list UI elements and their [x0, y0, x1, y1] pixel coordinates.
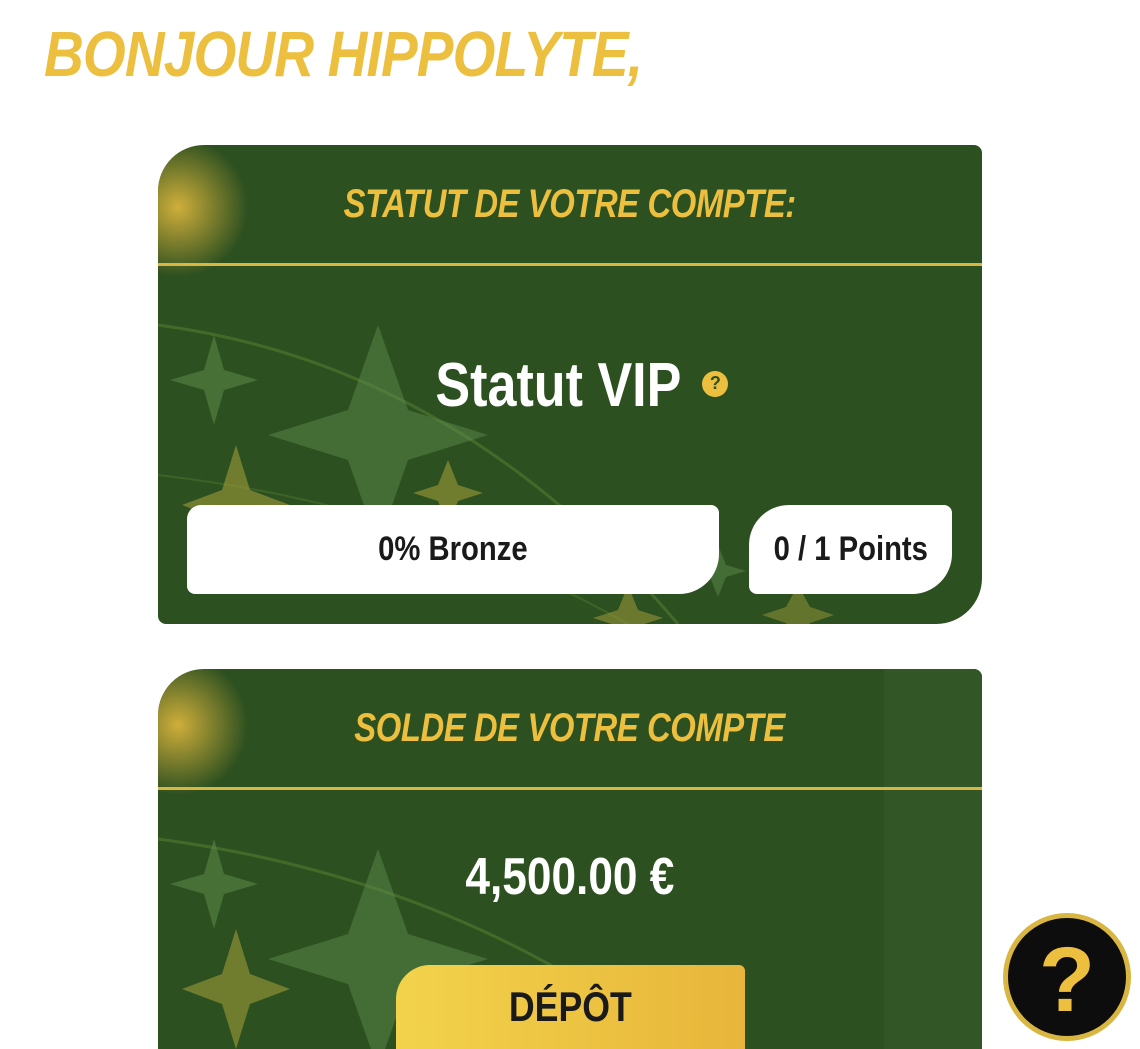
help-button[interactable]: ? — [1003, 913, 1131, 1041]
vip-progress-pill: 0% Bronze — [187, 505, 719, 594]
status-card-header: STATUT DE VOTRE COMPTE: — [158, 145, 982, 266]
account-status-card: STATUT DE VOTRE COMPTE: Statut VIP ? 0% … — [158, 145, 982, 624]
balance-amount-value: 4,500.00 € — [465, 848, 675, 906]
deposit-button-label: DÉPÔT — [509, 983, 632, 1030]
vip-points-pill: 0 / 1 Points — [749, 505, 952, 594]
vip-status-row: Statut VIP ? — [158, 350, 982, 421]
question-mark-icon: ? — [1038, 928, 1096, 1031]
status-card-title: STATUT DE VOTRE COMPTE: — [343, 181, 797, 226]
balance-amount: 4,500.00 € — [158, 847, 982, 907]
account-balance-card: SOLDE DE VOTRE COMPTE 4,500.00 € DÉPÔT — [158, 669, 982, 1049]
vip-progress-label: 0% Bronze — [378, 530, 528, 568]
vip-points-label: 0 / 1 Points — [773, 530, 928, 568]
balance-card-title: SOLDE DE VOTRE COMPTE — [354, 705, 786, 750]
balance-card-header: SOLDE DE VOTRE COMPTE — [158, 669, 982, 790]
vip-status-title: Statut VIP — [435, 351, 681, 420]
vip-help-icon[interactable]: ? — [702, 370, 729, 397]
deposit-button[interactable]: DÉPÔT — [396, 965, 745, 1049]
vip-help-glyph: ? — [709, 373, 721, 393]
greeting-heading: BONJOUR HIPPOLYTE, — [44, 18, 643, 90]
